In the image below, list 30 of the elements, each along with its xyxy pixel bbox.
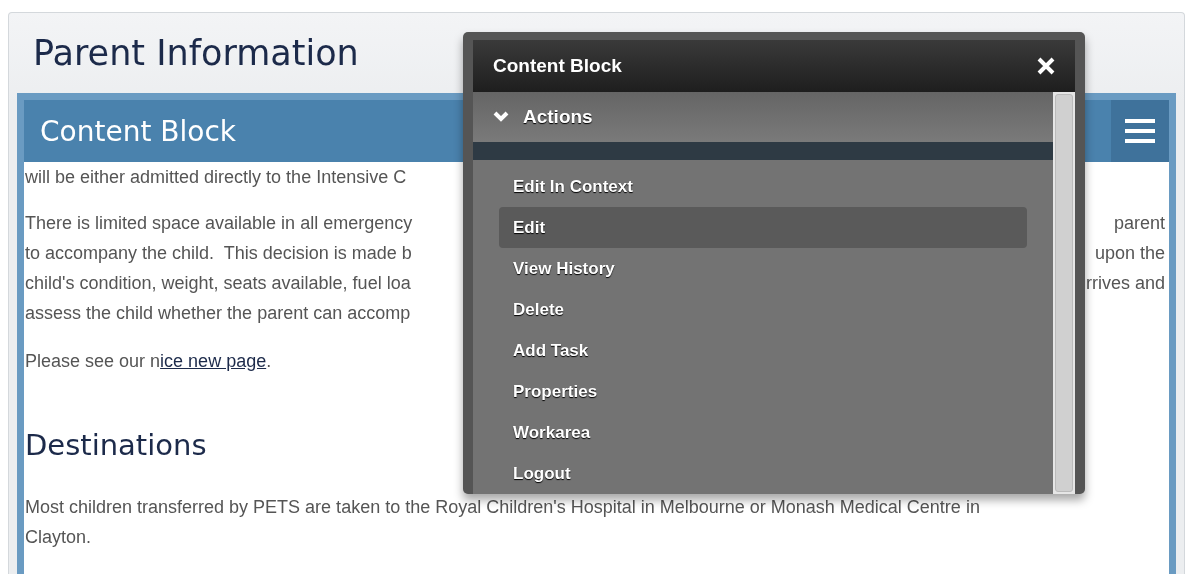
actions-section[interactable]: Actions [473,92,1053,142]
close-button[interactable] [1037,57,1055,75]
menu-icon [1125,118,1155,144]
paragraph-text: Clayton. [25,526,93,549]
section-heading: Destinations [25,428,207,462]
menu-item[interactable]: Edit [499,207,1027,248]
paragraph-text: Please see our nice new page. [25,350,272,372]
page-title: Parent Information [33,33,359,75]
menu-item[interactable]: Workarea [499,412,1027,453]
paragraph-text: parent [1113,212,1165,234]
paragraph-text: There is limited space available in all emergency [25,212,413,234]
menu-button[interactable] [1111,100,1169,162]
menu-item[interactable]: Properties [499,371,1027,412]
menu-item[interactable]: Add Task [499,330,1027,371]
menu-item[interactable]: Logout [499,453,1027,494]
menu-item[interactable]: Edit In Context [499,166,1027,207]
paragraph-text: Most children transferred by PETS are taken to the Royal Children's Hospital in Melbourne or Monash Medical Centre in [25,496,981,519]
page-link[interactable]: ice new page [160,350,267,371]
paragraph-text: assess the child whether the parent can accomp [25,302,411,324]
scrollbar[interactable] [1053,92,1075,494]
content-block-title: Content Block [40,114,236,148]
paragraph-text: upon the [1094,242,1165,264]
paragraph-text: rrives and [1085,272,1165,294]
menu-item[interactable]: Delete [499,289,1027,330]
chevron-icon [493,111,509,123]
popup-title: Content Block [493,55,622,77]
paragraph-text: child's condition, weight, seats available, fuel loa [25,272,411,294]
menu-item[interactable]: View History [499,248,1027,289]
paragraph-text: will be either admitted directly to the Intensive C [25,166,407,188]
paragraph-text: to accompany the child. This decision is made b [25,242,412,264]
